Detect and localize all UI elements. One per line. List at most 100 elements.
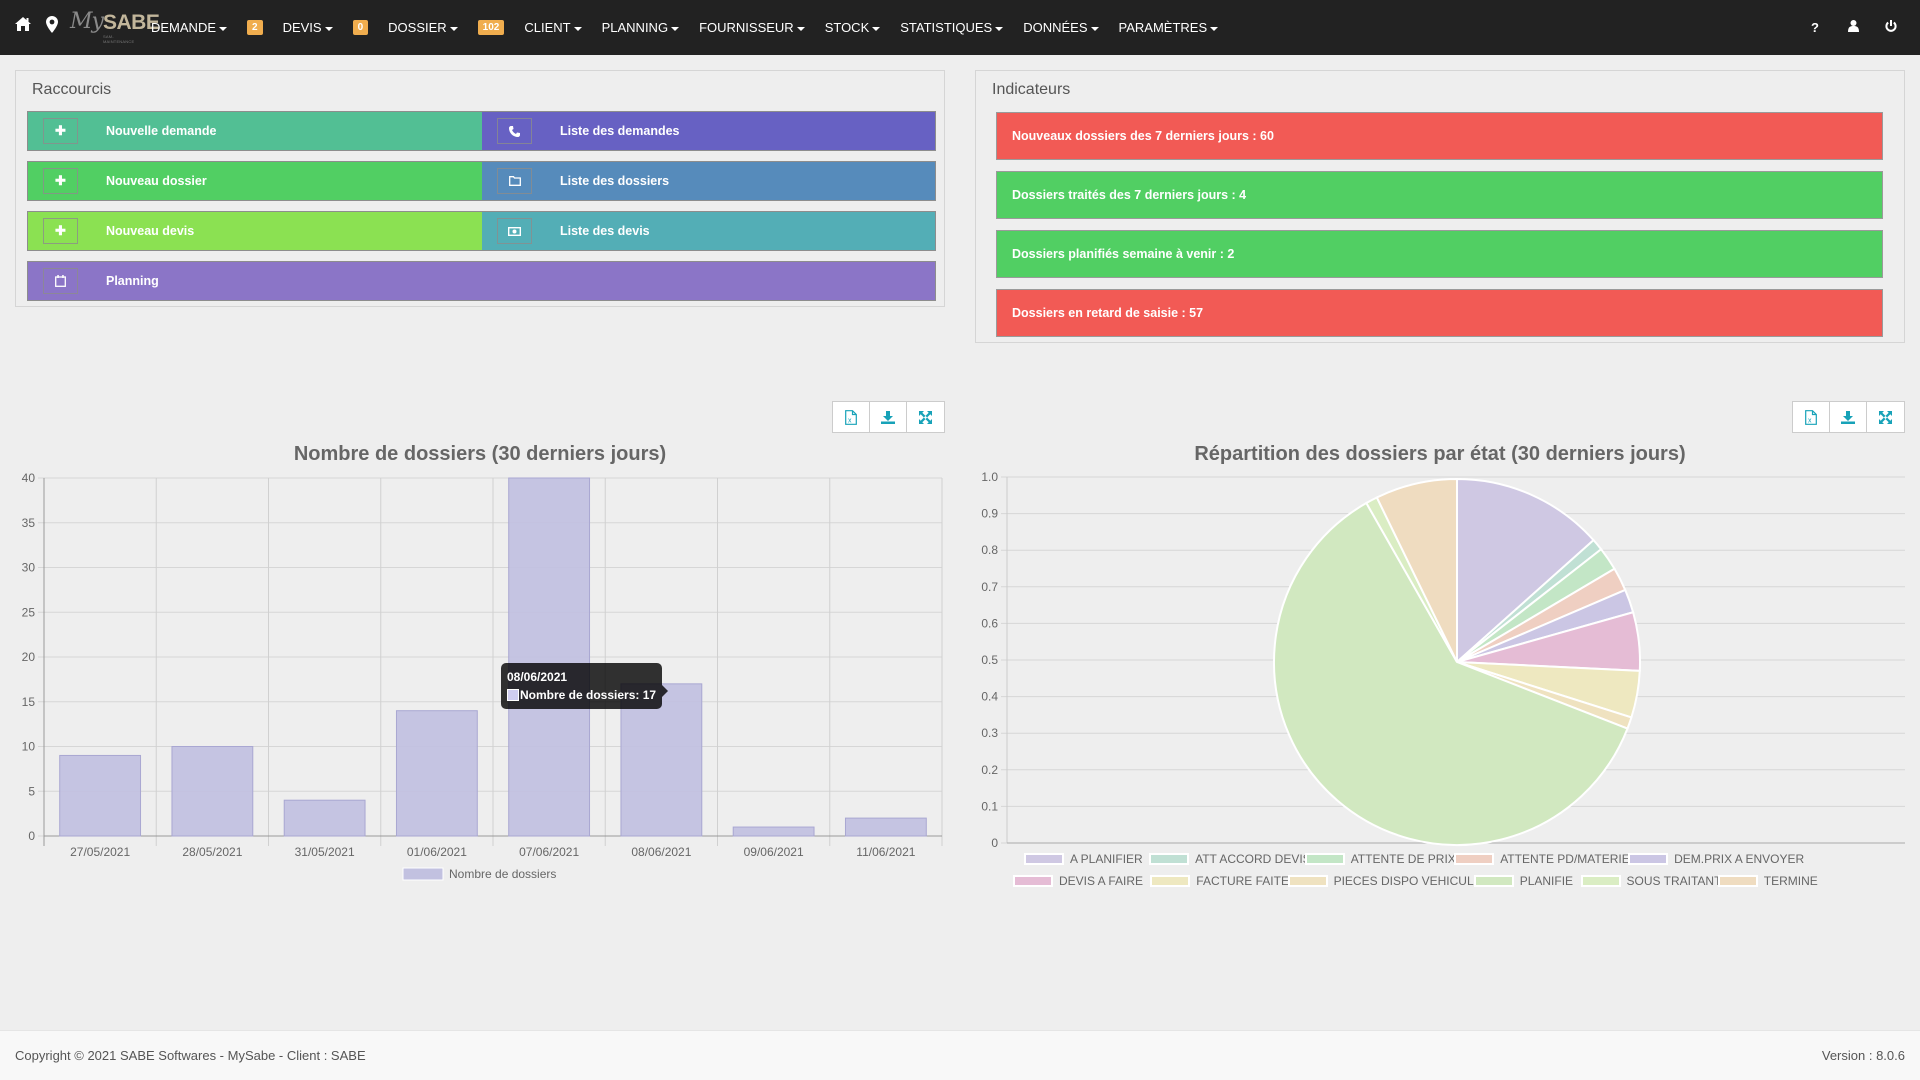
y-tick-label: 20 [22,650,36,664]
x-tick-label: 01/06/2021 [407,845,467,859]
devis-count-badge: 0 [352,20,369,35]
legend-swatch [1473,875,1514,887]
y-tick-label: 0 [991,836,998,850]
y-tick-label: 0.5 [981,653,998,667]
legend-item[interactable]: FACTURE FAITE [1150,874,1289,888]
caret-down-icon [995,26,1004,31]
y-tick-label: 15 [22,695,36,709]
y-tick-label: 30 [22,561,36,575]
caret-down-icon [219,26,228,31]
legend-item[interactable]: PLANIFIE [1473,874,1573,888]
legend-label: PIECES DISPO VEHICULE [1333,874,1482,888]
menu-stock-label: STOCK [824,20,870,35]
menu-parametres[interactable]: PARAMÈTRES [1119,20,1219,35]
quote-list-label: Liste des devis [560,224,650,238]
new-quote-button[interactable]: ✚ Nouveau devis [27,211,482,251]
new-folder-button[interactable]: ✚ Nouveau dossier [27,161,482,201]
legend-swatch [1149,853,1190,865]
menu-demande-label: DEMANDE [151,20,217,35]
bar [844,817,927,837]
menu-stock[interactable]: STOCK [825,20,881,35]
legend-item[interactable]: PIECES DISPO VEHICULE [1287,874,1482,888]
folder-icon [497,168,532,194]
legend-label: ATT ACCORD DEVIS [1195,852,1311,866]
legend-item[interactable]: ATT ACCORD DEVIS [1149,852,1311,866]
svg-text:x: x [1808,417,1812,424]
excel-export-button[interactable]: x [1793,402,1830,432]
y-tick-label: 0.3 [981,726,998,740]
x-tick-label: 27/05/2021 [70,845,130,859]
copyright-text: Copyright © 2021 SABE Softwares - MySabe… [15,1048,366,1063]
user-icon[interactable] [1834,20,1872,35]
x-tick-label: 07/06/2021 [519,845,579,859]
legend-item[interactable]: A PLANIFIER [1024,852,1143,866]
menu-statistiques[interactable]: STATISTIQUES [900,20,1004,35]
download-button[interactable] [1830,402,1867,432]
x-tick-label: 09/06/2021 [744,845,804,859]
menu-parametres-label: PARAMÈTRES [1118,20,1208,35]
mysabe-logo[interactable]: My SABE SAM-MAINTENANCE [70,9,160,45]
indicator-planned-folders[interactable]: Dossiers planifiés semaine à venir : 2 [996,230,1883,278]
bar [59,754,142,837]
map-marker-icon[interactable] [46,16,58,38]
legend-swatch [1628,853,1669,865]
fullscreen-button[interactable] [1867,402,1904,432]
caret-down-icon [796,26,805,31]
legend-item[interactable]: TERMINE [1717,874,1818,888]
legend-swatch [1304,853,1345,865]
bar [508,477,591,837]
y-tick-label: 10 [22,740,36,754]
indicator-planned-folders-label: Dossiers planifiés semaine à venir : 2 [1012,247,1235,261]
excel-export-button[interactable]: x [833,402,870,432]
dossier-count-badge: 102 [477,20,505,35]
caret-down-icon [872,26,881,31]
demande-count-badge: 2 [247,20,263,35]
legend-item[interactable]: SOUS TRAITANT [1580,874,1721,888]
menu-devis[interactable]: DEVIS [283,20,333,35]
indicator-processed-folders[interactable]: Dossiers traités des 7 derniers jours : … [996,171,1883,219]
plus-icon: ✚ [43,168,78,194]
request-list-button[interactable]: Liste des demandes [482,111,936,151]
legend-item[interactable]: DEVIS A FAIRE [1013,874,1143,888]
legend-swatch [1717,875,1758,887]
menu-client-label: CLIENT [524,20,571,35]
y-tick-label: 0.1 [981,799,998,813]
legend-swatch [402,867,444,881]
money-icon [497,218,532,244]
y-tick-label: 0.7 [981,580,998,594]
menu-donnees[interactable]: DONNÉES [1023,20,1099,35]
legend-item[interactable]: ATTENTE DE PRIX [1304,852,1456,866]
svg-text:x: x [848,417,852,424]
quote-list-button[interactable]: Liste des devis [482,211,936,251]
legend-item[interactable]: DEM.PRIX A ENVOYER [1628,852,1804,866]
planning-button[interactable]: Planning [27,261,936,301]
x-tick-label: 08/06/2021 [631,845,691,859]
menu-fournisseur[interactable]: FOURNISSEUR [699,20,805,35]
menu-demande[interactable]: DEMANDE [151,20,228,35]
power-icon[interactable] [1872,20,1910,35]
menu-client[interactable]: CLIENT [524,20,582,35]
menu-dossier[interactable]: DOSSIER [388,20,458,35]
logo-subtitle: SAM-MAINTENANCE [103,34,135,44]
indicator-new-folders[interactable]: Nouveaux dossiers des 7 derniers jours :… [996,112,1883,160]
legend-label: Nombre de dossiers [449,867,556,881]
new-request-button[interactable]: ✚ Nouvelle demande [27,111,482,151]
indicator-late-folders[interactable]: Dossiers en retard de saisie : 57 [996,289,1883,337]
y-tick-label: 0.2 [981,763,998,777]
menu-planning[interactable]: PLANNING [602,20,680,35]
y-tick-label: 0.6 [981,616,998,630]
x-tick-label: 31/05/2021 [295,845,355,859]
help-icon[interactable]: ? [1796,20,1834,35]
folder-list-button[interactable]: Liste des dossiers [482,161,936,201]
main-menu: DEMANDE 2 DEVIS 0 DOSSIER 102 CLIENT PLA… [151,0,1238,55]
indicator-processed-folders-label: Dossiers traités des 7 derniers jours : … [1012,188,1247,202]
tooltip-swatch [507,689,519,701]
download-button[interactable] [870,402,907,432]
new-folder-label: Nouveau dossier [106,174,207,188]
legend-item[interactable]: ATTENTE PD/MATERIEL [1454,852,1636,866]
caret-down-icon [1090,26,1099,31]
menu-statistiques-label: STATISTIQUES [900,20,993,35]
home-icon[interactable] [14,16,32,37]
fullscreen-button[interactable] [907,402,944,432]
legend-label: FACTURE FAITE [1196,874,1289,888]
